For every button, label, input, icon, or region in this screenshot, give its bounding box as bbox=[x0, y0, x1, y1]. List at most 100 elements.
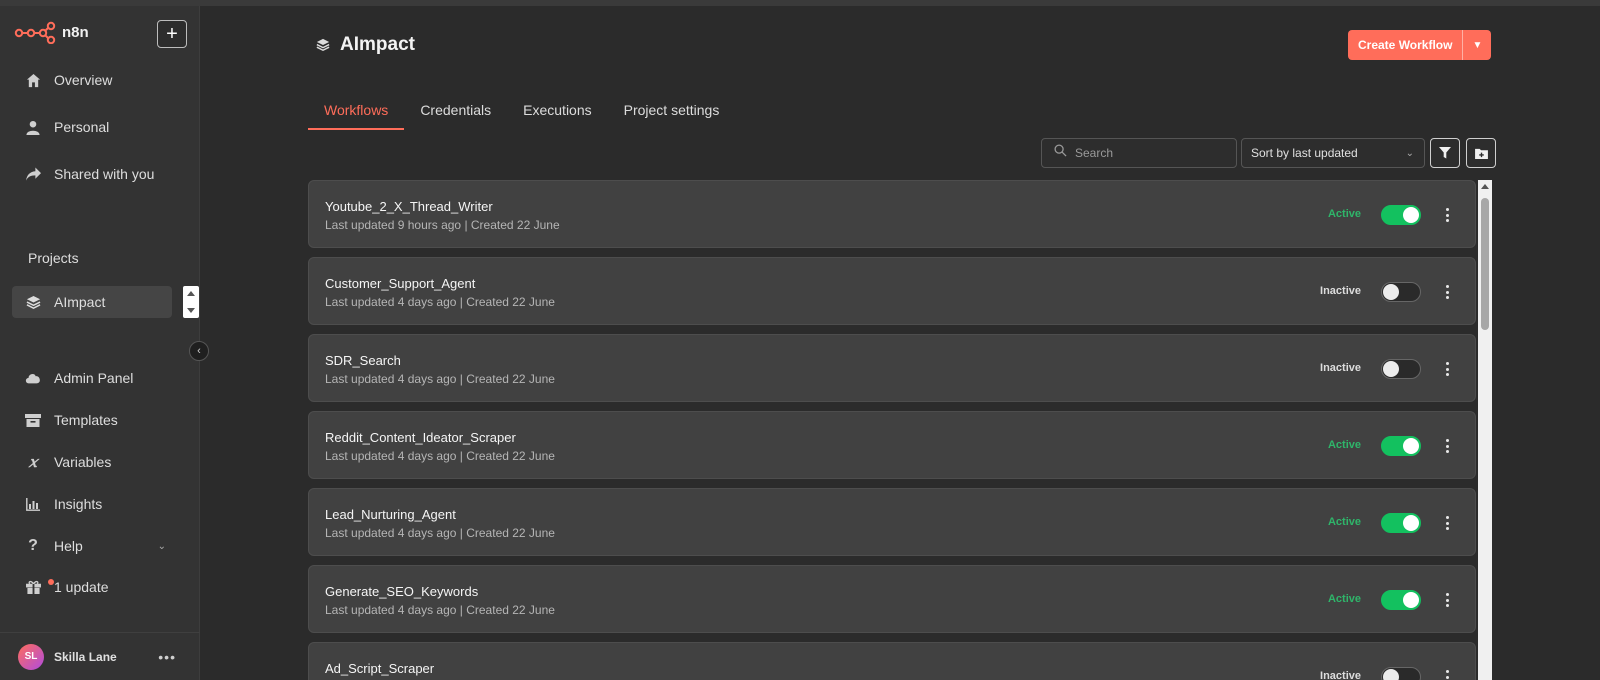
create-options-dropdown[interactable]: ▼ bbox=[1463, 30, 1491, 60]
active-toggle[interactable] bbox=[1381, 667, 1421, 680]
logo[interactable]: n8n bbox=[14, 20, 89, 44]
scrollbar-thumb[interactable] bbox=[1481, 198, 1489, 330]
create-workflow-button[interactable]: Create Workflow bbox=[1348, 30, 1464, 60]
active-toggle[interactable] bbox=[1381, 436, 1421, 456]
toggle-knob bbox=[1383, 284, 1399, 300]
status-badge: Inactive bbox=[1320, 362, 1361, 374]
toggle-knob bbox=[1403, 592, 1419, 608]
workflow-name[interactable]: SDR_Search bbox=[325, 353, 401, 368]
sidebar-item-label: Admin Panel bbox=[54, 370, 134, 386]
sidebar-item-label: AImpact bbox=[54, 294, 106, 310]
workflow-name[interactable]: Youtube_2_X_Thread_Writer bbox=[325, 199, 493, 214]
sidebar-item-variables[interactable]: 𝑥 Variables bbox=[12, 446, 172, 478]
kebab-dot bbox=[1445, 290, 1449, 294]
toggle-knob bbox=[1383, 669, 1399, 680]
new-folder-button[interactable] bbox=[1466, 138, 1496, 168]
more-options-icon[interactable]: ••• bbox=[158, 649, 176, 665]
workflow-name[interactable]: Lead_Nurturing_Agent bbox=[325, 507, 456, 522]
tab-project-settings[interactable]: Project settings bbox=[608, 96, 736, 130]
box-icon bbox=[24, 411, 42, 429]
tab-workflows[interactable]: Workflows bbox=[308, 96, 405, 130]
projects-scrollbar[interactable] bbox=[183, 286, 199, 318]
sidebar-item-label: Variables bbox=[54, 454, 112, 470]
toggle-knob bbox=[1403, 515, 1419, 531]
workflow-name[interactable]: Ad_Script_Scraper bbox=[325, 661, 434, 676]
status-badge: Inactive bbox=[1320, 285, 1361, 297]
status-badge: Inactive bbox=[1320, 670, 1361, 680]
kebab-dot bbox=[1445, 296, 1449, 299]
kebab-dot bbox=[1445, 527, 1449, 530]
kebab-dot bbox=[1445, 367, 1449, 371]
workflow-name[interactable]: Reddit_Content_Ideator_Scraper bbox=[325, 430, 516, 445]
sidebar-item-update[interactable]: 1 update bbox=[12, 571, 172, 603]
collapse-sidebar-button[interactable]: ‹ bbox=[189, 341, 209, 361]
sidebar-item-label: Templates bbox=[54, 412, 118, 428]
sidebar-item-shared[interactable]: Shared with you bbox=[12, 158, 172, 190]
kebab-dot bbox=[1445, 450, 1449, 453]
user-icon bbox=[24, 118, 42, 136]
workflow-meta: Last updated 4 days ago | Created 22 Jun… bbox=[325, 526, 555, 540]
workflow-card[interactable]: Generate_SEO_Keywords Last updated 4 days… bbox=[308, 565, 1476, 633]
kebab-dot bbox=[1445, 521, 1449, 525]
search-input[interactable] bbox=[1075, 146, 1215, 160]
more-vertical-icon[interactable] bbox=[1443, 436, 1451, 456]
variable-icon: 𝑥 bbox=[28, 453, 38, 471]
more-vertical-icon[interactable] bbox=[1443, 359, 1451, 379]
sidebar-item-insights[interactable]: Insights bbox=[12, 488, 172, 520]
filter-button[interactable] bbox=[1430, 138, 1460, 168]
question-icon: ? bbox=[28, 537, 38, 554]
workflow-card[interactable]: Ad_Script_ScraperLast updated 4 days ago… bbox=[308, 642, 1476, 680]
more-vertical-icon[interactable] bbox=[1443, 282, 1451, 302]
sidebar-item-label: Help bbox=[54, 538, 83, 554]
active-toggle[interactable] bbox=[1381, 282, 1421, 302]
workflow-name[interactable]: Generate_SEO_Keywords bbox=[325, 584, 478, 599]
tab-executions[interactable]: Executions bbox=[507, 96, 607, 130]
workflow-name[interactable]: Customer_Support_Agent bbox=[325, 276, 475, 291]
toggle-knob bbox=[1403, 207, 1419, 223]
logo-text: n8n bbox=[62, 23, 89, 41]
project-name: AImpact bbox=[340, 34, 415, 55]
sidebar-item-admin-panel[interactable]: Admin Panel bbox=[12, 362, 172, 394]
more-vertical-icon[interactable] bbox=[1443, 667, 1451, 680]
workflow-meta: Last updated 4 days ago | Created 22 Jun… bbox=[325, 372, 555, 386]
kebab-dot bbox=[1445, 675, 1449, 679]
more-vertical-icon[interactable] bbox=[1443, 205, 1451, 225]
kebab-dot bbox=[1445, 219, 1449, 222]
workflow-card[interactable]: Lead_Nurturing_Agent Last updated 4 days … bbox=[308, 488, 1476, 556]
sidebar-item-project-aimpact[interactable]: AImpact bbox=[12, 286, 172, 318]
sidebar-item-overview[interactable]: Overview bbox=[12, 64, 172, 96]
kebab-dot bbox=[1445, 444, 1449, 448]
user-profile[interactable]: SL Skilla Lane ••• bbox=[0, 632, 200, 680]
chart-icon bbox=[24, 495, 42, 513]
active-toggle[interactable] bbox=[1381, 359, 1421, 379]
workflow-card[interactable]: Reddit_Content_Ideator_Scraper Last updat… bbox=[308, 411, 1476, 479]
active-toggle[interactable] bbox=[1381, 513, 1421, 533]
workflow-card[interactable]: SDR_Search Last updated 4 days ago | Crea… bbox=[308, 334, 1476, 402]
n8n-logo-icon bbox=[14, 21, 56, 44]
status-badge: Active bbox=[1327, 439, 1361, 451]
scroll-up-arrow-icon[interactable] bbox=[1481, 184, 1489, 189]
workflow-card[interactable]: Customer_Support_Agent Last updated 4 day… bbox=[308, 257, 1476, 325]
search-icon bbox=[1054, 144, 1067, 162]
list-scrollbar[interactable] bbox=[1478, 180, 1492, 680]
more-vertical-icon[interactable] bbox=[1443, 513, 1451, 533]
tab-credentials[interactable]: Credentials bbox=[404, 96, 507, 130]
sidebar-item-label: 1 update bbox=[54, 579, 109, 595]
sidebar-item-templates[interactable]: Templates bbox=[12, 404, 172, 436]
toggle-knob bbox=[1383, 361, 1399, 377]
active-toggle[interactable] bbox=[1381, 590, 1421, 610]
sidebar-item-personal[interactable]: Personal bbox=[12, 111, 172, 143]
kebab-dot bbox=[1445, 604, 1449, 607]
kebab-dot bbox=[1445, 670, 1449, 673]
layers-icon bbox=[316, 38, 330, 52]
kebab-dot bbox=[1445, 516, 1449, 519]
chevron-down-icon: ⌄ bbox=[1405, 147, 1414, 159]
notification-dot bbox=[48, 579, 54, 585]
page-title: AImpact bbox=[316, 34, 415, 56]
sort-select[interactable]: Sort by last updated ⌄ bbox=[1241, 138, 1425, 168]
more-vertical-icon[interactable] bbox=[1443, 590, 1451, 610]
active-toggle[interactable] bbox=[1381, 205, 1421, 225]
workflow-card[interactable]: Youtube_2_X_Thread_Writer Last updated 9 … bbox=[308, 180, 1476, 248]
add-button[interactable]: + bbox=[157, 20, 187, 48]
sidebar-item-help[interactable]: ? Help ⌄ bbox=[12, 530, 172, 562]
